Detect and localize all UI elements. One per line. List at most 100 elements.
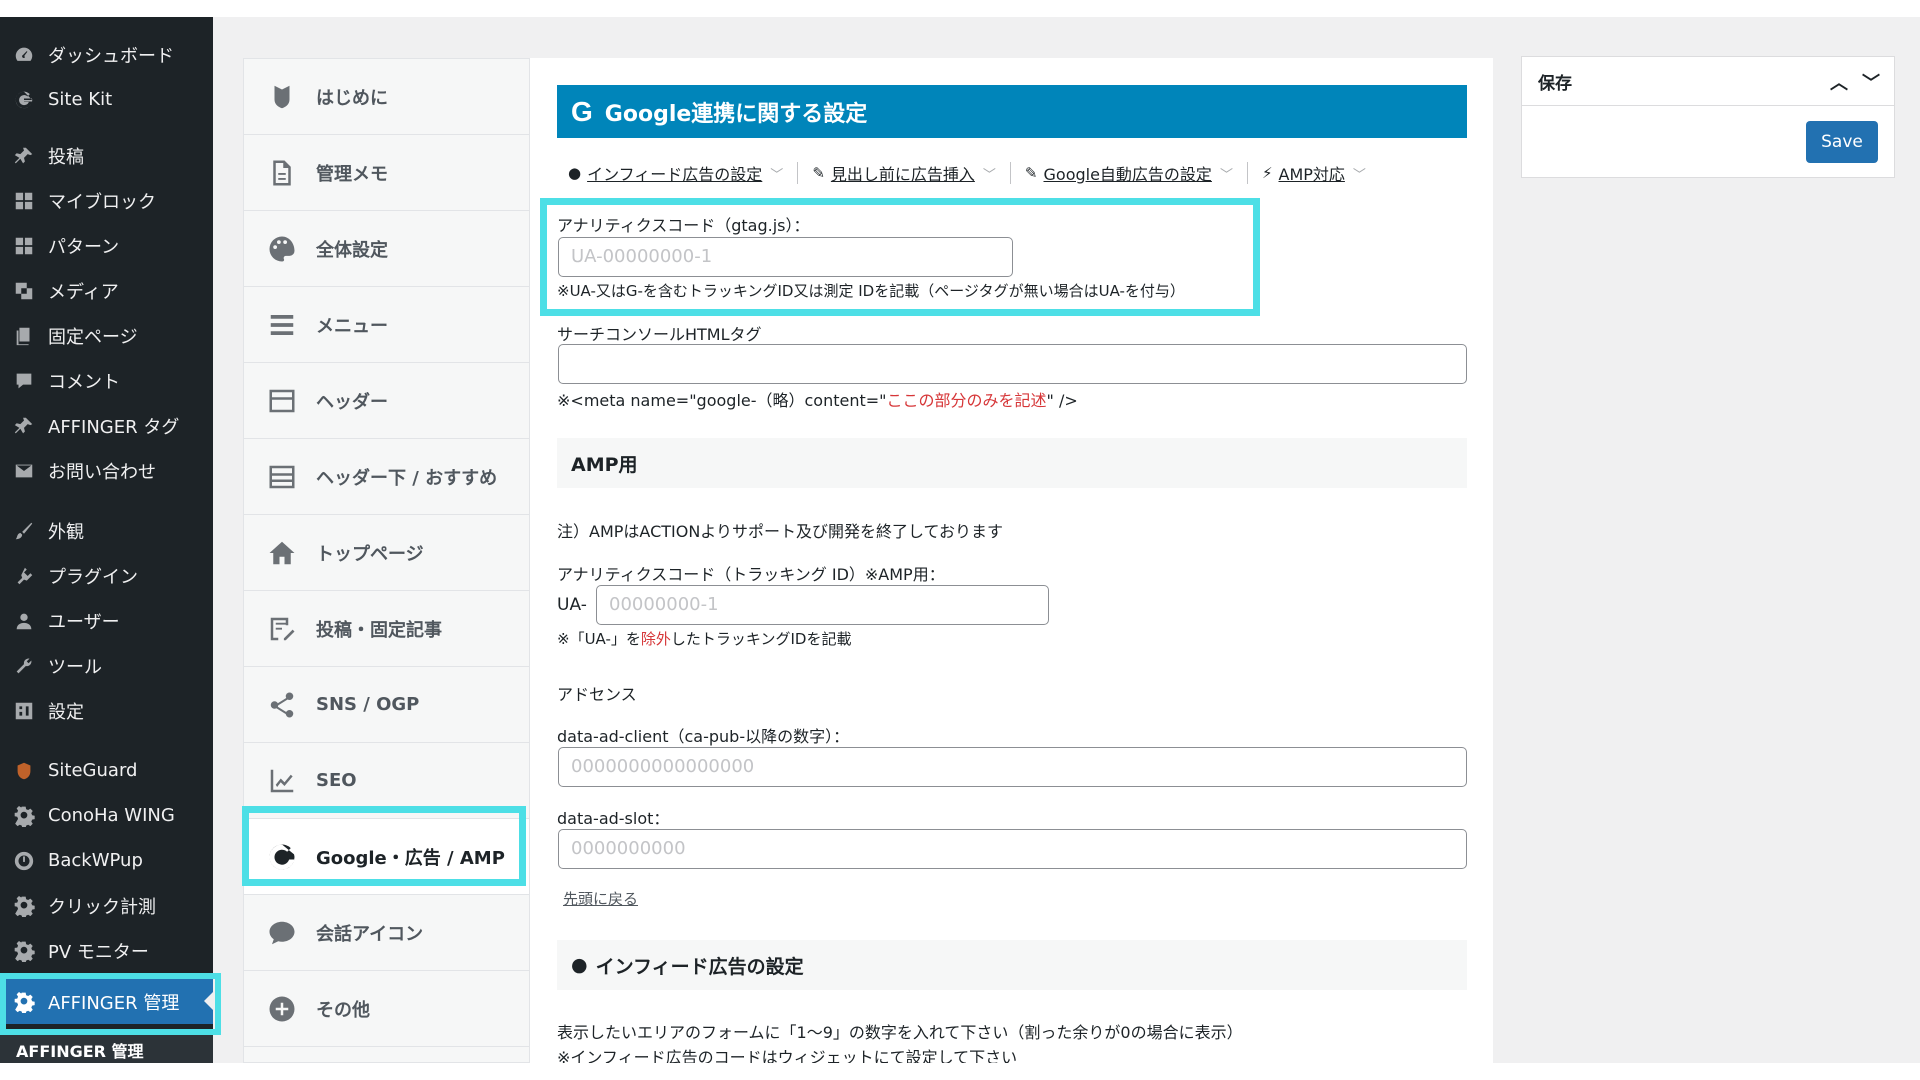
amp-note-highlight: 除外 (640, 630, 671, 648)
home-icon (266, 537, 298, 569)
wp-menu-backwpup[interactable]: BackWPup (0, 838, 213, 883)
wp-admin-sidebar: ダッシュボード Site Kit 投稿 マイブロック パターン メディア 固定ペ… (0, 17, 213, 1063)
media-icon (12, 279, 36, 303)
aff-menu-posts[interactable]: 投稿・固定記事 (244, 591, 529, 667)
wp-menu-label: パターン (48, 236, 120, 258)
aff-menu-header[interactable]: ヘッダー (244, 363, 529, 439)
gear-icon (12, 939, 36, 963)
wp-menu-click-measure[interactable]: クリック計測 (0, 883, 213, 928)
section-subnav: ● インフィード広告の設定 ﹀ ✎ 見出し前に広告挿入 ﹀ ✎ Google自動… (568, 158, 1366, 188)
wp-menu-label: PV モニター (48, 941, 149, 963)
top-strip (0, 0, 1920, 17)
aff-menu-sns-ogp[interactable]: SNS / OGP (244, 667, 529, 743)
share-icon (266, 689, 298, 721)
section-title: Google連携に関する設定 (604, 101, 868, 127)
plus-circle-icon (266, 993, 298, 1025)
chevron-down-icon[interactable]: ﹀ (1862, 69, 1880, 95)
wp-menu-pages[interactable]: 固定ページ (0, 313, 213, 358)
wp-menu-pv-monitor[interactable]: PV モニター (0, 928, 213, 973)
wp-menu-label: AFFINGER タグ (48, 416, 180, 438)
amp-notice: 注）AMPはACTIONよりサポート及び開発を終了しております (557, 522, 1004, 541)
amp-analytics-label: アナリティクスコード（トラッキング ID）※AMP用： (557, 565, 945, 584)
analytics-input[interactable]: UA-00000000-1 (558, 237, 1013, 277)
wp-menu-tools[interactable]: ツール (0, 643, 213, 688)
aff-menu-label: 管理メモ (316, 163, 388, 185)
wp-menu-label: ダッシュボード (48, 45, 174, 67)
bolt-icon: ⚡ (1261, 164, 1273, 182)
ad-slot-input[interactable]: 0000000000 (558, 829, 1467, 869)
meta-note-highlight: ここの部分のみを記述 (886, 391, 1047, 410)
search-console-input[interactable] (558, 344, 1467, 384)
aff-menu-label: 会話アイコン (316, 923, 424, 945)
aff-menu-general[interactable]: 全体設定 (244, 211, 529, 287)
wp-menu-label: ConoHa WING (48, 805, 175, 826)
aff-menu-header-below[interactable]: ヘッダー下 / おすすめ (244, 439, 529, 515)
wp-menu-affinger-tag[interactable]: AFFINGER タグ (0, 403, 213, 448)
wp-menu-label: SiteGuard (48, 760, 138, 781)
wp-menu-plugins[interactable]: プラグイン (0, 553, 213, 598)
chevron-down-icon: ﹀ (982, 167, 996, 183)
subnav-infeed-link[interactable]: インフィード広告の設定 (587, 161, 762, 185)
wp-menu-dashboard[interactable]: ダッシュボード (0, 32, 213, 77)
bottom-strip (0, 1063, 1920, 1080)
save-button[interactable]: Save (1806, 121, 1878, 163)
settings-icon (12, 699, 36, 723)
header-below-icon (266, 461, 298, 493)
meta-note-suffix: " /> (1046, 391, 1078, 410)
page-icon (12, 324, 36, 348)
aff-menu-other[interactable]: その他 (244, 971, 529, 1047)
wp-menu-posts[interactable]: 投稿 (0, 133, 213, 178)
amp-analytics-input[interactable]: 00000000-1 (596, 585, 1049, 625)
wp-menu-users[interactable]: ユーザー (0, 598, 213, 643)
wp-submenu-affinger-admin[interactable]: AFFINGER 管理 (0, 1035, 213, 1063)
meta-note-prefix: ※<meta name="google-（略）content=" (557, 391, 887, 410)
wp-menu-contact[interactable]: お問い合わせ (0, 448, 213, 493)
infeed-note-1: 表示したいエリアのフォームに「1〜9」の数字を入れて下さい（割った余りが0の場合… (557, 1023, 1243, 1042)
amp-section-header: AMP用 (557, 438, 1467, 488)
wp-menu-media[interactable]: メディア (0, 268, 213, 313)
pin-icon (12, 144, 36, 168)
shield-icon (12, 759, 36, 783)
chart-icon (266, 765, 298, 797)
analytics-note: ※UA-又はG-を含むトラッキングID又は測定 IDを記載（ページタグが無い場合… (557, 282, 1185, 300)
subnav-heading-ad-link[interactable]: 見出し前に広告挿入 (831, 161, 975, 185)
section-header: G Google連携に関する設定 (557, 85, 1467, 138)
subnav-amp-link[interactable]: AMP対応 (1279, 161, 1345, 185)
coin-icon: ● (571, 954, 588, 976)
google-g-icon: G (571, 95, 593, 127)
wp-menu-siteguard[interactable]: SiteGuard (0, 748, 213, 793)
aff-menu-menu[interactable]: メニュー (244, 287, 529, 363)
wp-menu-label: クリック計測 (48, 896, 156, 918)
wp-menu-label: お問い合わせ (48, 461, 156, 483)
header-icon (266, 385, 298, 417)
menu-icon (266, 309, 298, 341)
wp-menu-conoha-wing[interactable]: ConoHa WING (0, 793, 213, 838)
wp-menu-comments[interactable]: コメント (0, 358, 213, 403)
wp-menu-settings[interactable]: 設定 (0, 688, 213, 733)
aff-menu-memo[interactable]: 管理メモ (244, 135, 529, 211)
wp-menu-appearance[interactable]: 外観 (0, 508, 213, 553)
back-to-top-link[interactable]: 先頭に戻る (563, 888, 638, 909)
subnav-auto-ads-link[interactable]: Google自動広告の設定 (1044, 161, 1212, 185)
wp-menu-patterns[interactable]: パターン (0, 223, 213, 268)
amp-note-prefix: ※「UA-」を (557, 630, 641, 648)
wp-menu-site-kit[interactable]: Site Kit (0, 77, 213, 122)
chevron-down-icon: ﹀ (1219, 167, 1233, 183)
google-settings-panel: G Google連携に関する設定 ● インフィード広告の設定 ﹀ ✎ 見出し前に… (530, 58, 1493, 1067)
ad-client-input[interactable]: 0000000000000000 (558, 747, 1467, 787)
wp-menu-label: ユーザー (48, 611, 120, 633)
wp-menu-label: 固定ページ (48, 326, 138, 348)
google-g-icon (12, 88, 36, 112)
aff-menu-label: メニュー (316, 315, 388, 337)
chevron-up-icon[interactable]: ︿ (1830, 69, 1848, 95)
gear-icon (12, 894, 36, 918)
aff-menu-chat-icon[interactable]: 会話アイコン (244, 895, 529, 971)
aff-menu-label: その他 (316, 999, 370, 1021)
save-metabox: 保存 ︿ ﹀ Save (1521, 56, 1895, 178)
wp-menu-my-blocks[interactable]: マイブロック (0, 178, 213, 223)
amp-note-suffix: したトラッキングIDを記載 (670, 630, 852, 648)
aff-menu-intro[interactable]: はじめに (244, 59, 529, 135)
aff-menu-top-page[interactable]: トップページ (244, 515, 529, 591)
brush-icon (12, 519, 36, 543)
aff-menu-label: 全体設定 (316, 239, 388, 261)
